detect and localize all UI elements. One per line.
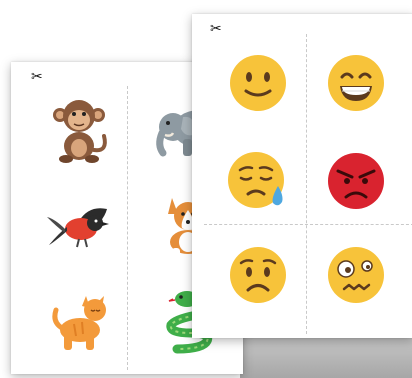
monkey-icon	[53, 100, 107, 163]
cat-card	[39, 282, 123, 362]
flashcard-sheets-scene: ✂ ✂	[0, 0, 412, 378]
scissors-cut-icon: ✂	[31, 69, 43, 85]
sheet-shadow	[240, 336, 412, 378]
cut-line-vertical	[306, 34, 307, 334]
bird-icon	[47, 208, 109, 248]
worried-card	[220, 240, 296, 310]
grinning-card	[318, 48, 394, 118]
sad-sweat-card	[220, 146, 296, 216]
dizzy-card	[318, 240, 394, 310]
sad-sweat-face-icon	[228, 152, 284, 208]
monkey-card	[39, 92, 119, 168]
grinning-face-icon	[328, 55, 384, 111]
angry-face-icon	[328, 153, 384, 209]
bird-card	[39, 186, 123, 262]
cut-line-vertical	[127, 86, 128, 370]
worried-face-icon	[230, 247, 286, 303]
dizzy-woozy-face-icon	[328, 247, 384, 303]
angry-card	[318, 146, 394, 216]
cut-line-horizontal	[204, 224, 412, 225]
slightly-smiling-face-icon	[230, 55, 286, 111]
cat-icon	[52, 296, 106, 350]
slightly-smiling-card	[220, 48, 296, 118]
scissors-cut-icon: ✂	[210, 21, 222, 37]
emotion-cards-sheet: ✂	[192, 14, 412, 338]
